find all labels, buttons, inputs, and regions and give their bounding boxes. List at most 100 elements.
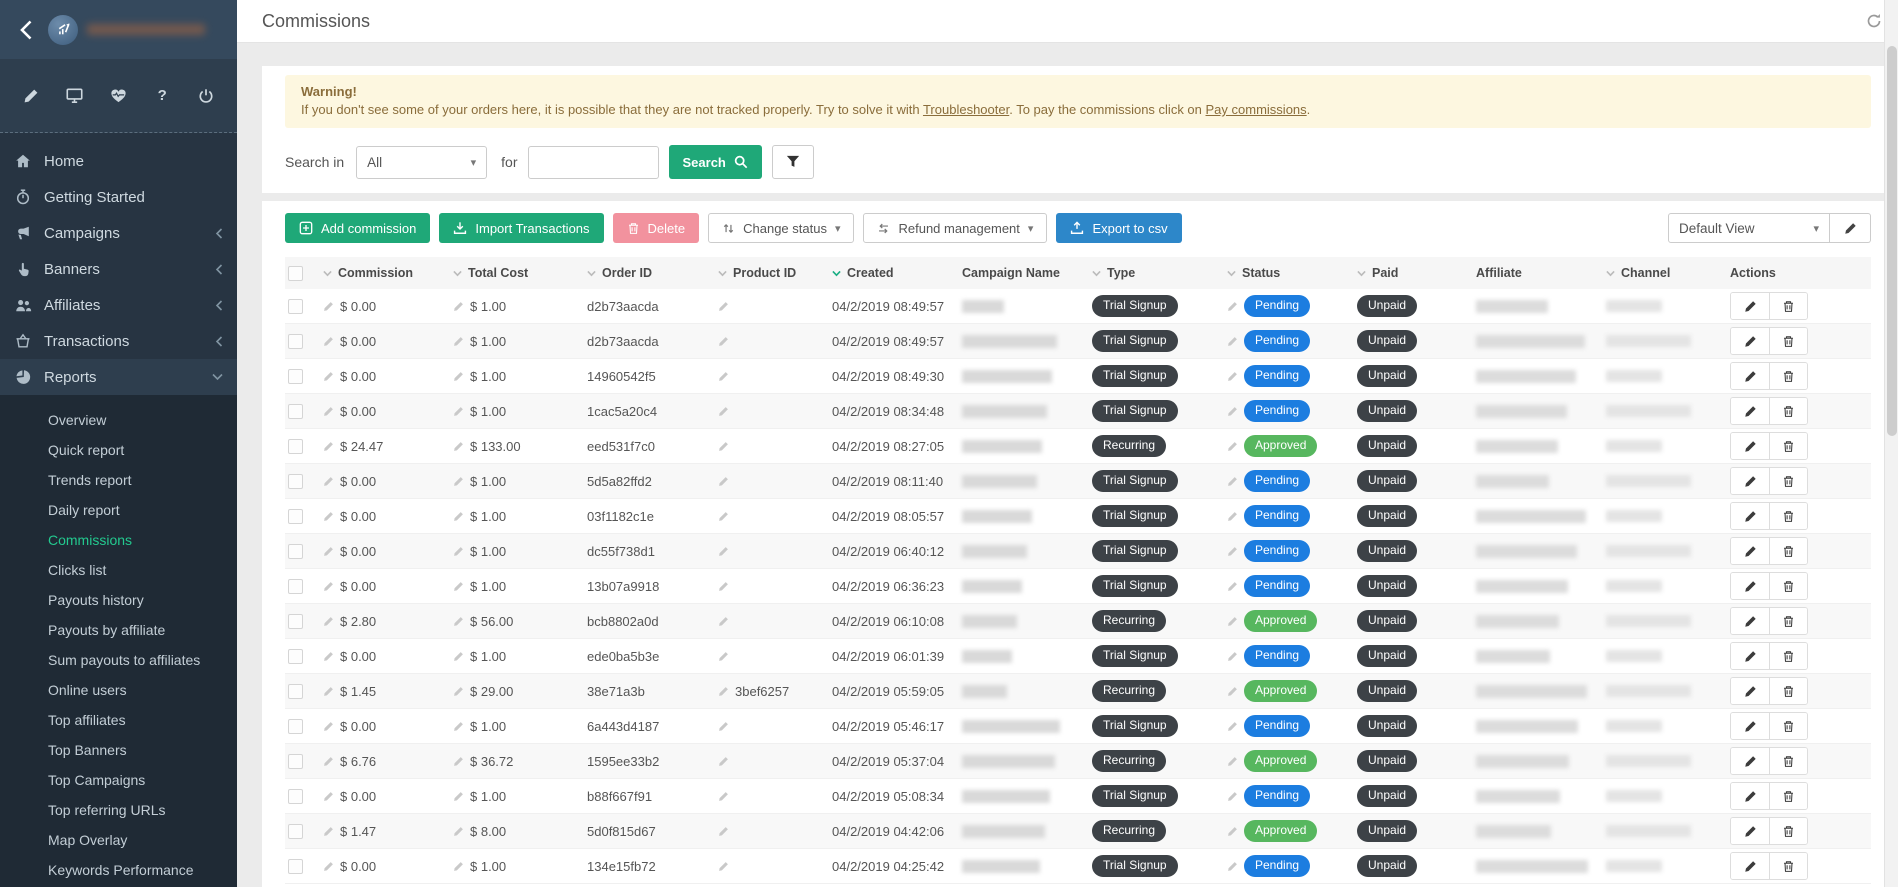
column-header[interactable]: Campaign Name: [962, 266, 1092, 280]
sidebar-report-link[interactable]: Top Banners: [0, 735, 237, 765]
edit-row-button[interactable]: [1731, 678, 1769, 704]
edit-status-icon[interactable]: [1227, 861, 1238, 872]
sidebar-report-link[interactable]: Online users: [0, 675, 237, 705]
export-csv-button[interactable]: Export to csv: [1056, 213, 1181, 243]
row-checkbox[interactable]: [288, 684, 303, 699]
edit-row-button[interactable]: [1731, 468, 1769, 494]
edit-status-icon[interactable]: [1227, 651, 1238, 662]
edit-row-button[interactable]: [1731, 783, 1769, 809]
select-all-checkbox[interactable]: [288, 266, 303, 281]
sidebar-item-getting-started[interactable]: Getting Started: [0, 179, 237, 215]
row-checkbox[interactable]: [288, 299, 303, 314]
sidebar-report-link[interactable]: Payouts history: [0, 585, 237, 615]
edit-row-button[interactable]: [1731, 433, 1769, 459]
edit-product-id-icon[interactable]: [718, 861, 729, 872]
edit-row-button[interactable]: [1731, 643, 1769, 669]
edit-product-id-icon[interactable]: [718, 721, 729, 732]
edit-commission-icon[interactable]: [323, 686, 334, 697]
row-checkbox[interactable]: [288, 754, 303, 769]
filter-button[interactable]: [772, 145, 814, 179]
row-checkbox[interactable]: [288, 579, 303, 594]
delete-row-button[interactable]: [1769, 538, 1807, 564]
edit-total-cost-icon[interactable]: [453, 581, 464, 592]
row-checkbox[interactable]: [288, 719, 303, 734]
edit-product-id-icon[interactable]: [718, 476, 729, 487]
delete-row-button[interactable]: [1769, 643, 1807, 669]
edit-profile-button[interactable]: [20, 85, 42, 107]
sidebar-report-link[interactable]: Map Overlay: [0, 825, 237, 855]
delete-row-button[interactable]: [1769, 783, 1807, 809]
row-checkbox[interactable]: [288, 824, 303, 839]
edit-status-icon[interactable]: [1227, 616, 1238, 627]
column-header[interactable]: Commission: [323, 266, 453, 280]
edit-status-icon[interactable]: [1227, 581, 1238, 592]
sidebar-item-banners[interactable]: Banners: [0, 251, 237, 287]
refund-management-dropdown[interactable]: Refund management ▾: [863, 213, 1047, 243]
desktop-button[interactable]: [64, 85, 86, 107]
row-checkbox[interactable]: [288, 439, 303, 454]
edit-product-id-icon[interactable]: [718, 651, 729, 662]
edit-row-button[interactable]: [1731, 713, 1769, 739]
sidebar-report-link[interactable]: Payouts by affiliate: [0, 615, 237, 645]
edit-total-cost-icon[interactable]: [453, 721, 464, 732]
row-checkbox[interactable]: [288, 474, 303, 489]
delete-row-button[interactable]: [1769, 573, 1807, 599]
edit-product-id-icon[interactable]: [718, 616, 729, 627]
column-header[interactable]: Total Cost: [453, 266, 587, 280]
view-select[interactable]: Default View ▾: [1668, 213, 1830, 243]
delete-row-button[interactable]: [1769, 608, 1807, 634]
edit-status-icon[interactable]: [1227, 511, 1238, 522]
edit-commission-icon[interactable]: [323, 301, 334, 312]
edit-row-button[interactable]: [1731, 398, 1769, 424]
edit-commission-icon[interactable]: [323, 441, 334, 452]
edit-commission-icon[interactable]: [323, 336, 334, 347]
sidebar-report-link[interactable]: Quick report: [0, 435, 237, 465]
edit-total-cost-icon[interactable]: [453, 511, 464, 522]
edit-status-icon[interactable]: [1227, 336, 1238, 347]
column-header[interactable]: Status: [1227, 266, 1357, 280]
edit-product-id-icon[interactable]: [718, 791, 729, 802]
column-header[interactable]: Channel: [1606, 266, 1730, 280]
delete-row-button[interactable]: [1769, 818, 1807, 844]
edit-total-cost-icon[interactable]: [453, 686, 464, 697]
help-button[interactable]: ?: [151, 85, 173, 107]
health-status-button[interactable]: [108, 85, 130, 107]
sidebar-item-reports[interactable]: Reports: [0, 359, 237, 395]
edit-commission-icon[interactable]: [323, 756, 334, 767]
edit-row-button[interactable]: [1731, 748, 1769, 774]
edit-status-icon[interactable]: [1227, 686, 1238, 697]
brand-logo[interactable]: [48, 15, 205, 45]
sidebar-item-campaigns[interactable]: Campaigns: [0, 215, 237, 251]
edit-commission-icon[interactable]: [323, 651, 334, 662]
edit-total-cost-icon[interactable]: [453, 791, 464, 802]
delete-row-button[interactable]: [1769, 328, 1807, 354]
edit-row-button[interactable]: [1731, 293, 1769, 319]
pay-commissions-link[interactable]: Pay commissions: [1206, 102, 1307, 117]
edit-total-cost-icon[interactable]: [453, 336, 464, 347]
edit-commission-icon[interactable]: [323, 826, 334, 837]
sidebar-report-link[interactable]: Top referring URLs: [0, 795, 237, 825]
edit-product-id-icon[interactable]: [718, 371, 729, 382]
delete-row-button[interactable]: [1769, 853, 1807, 879]
sidebar-report-link[interactable]: Overview: [0, 405, 237, 435]
edit-total-cost-icon[interactable]: [453, 301, 464, 312]
edit-product-id-icon[interactable]: [718, 546, 729, 557]
edit-product-id-icon[interactable]: [718, 336, 729, 347]
edit-product-id-icon[interactable]: [718, 756, 729, 767]
delete-button[interactable]: Delete: [613, 213, 700, 243]
edit-total-cost-icon[interactable]: [453, 476, 464, 487]
sidebar-item-transactions[interactable]: Transactions: [0, 323, 237, 359]
edit-product-id-icon[interactable]: [718, 406, 729, 417]
edit-status-icon[interactable]: [1227, 441, 1238, 452]
edit-status-icon[interactable]: [1227, 826, 1238, 837]
sidebar-report-link[interactable]: Sum payouts to affiliates: [0, 645, 237, 675]
column-header[interactable]: Paid: [1357, 266, 1476, 280]
edit-row-button[interactable]: [1731, 503, 1769, 529]
change-status-dropdown[interactable]: Change status ▾: [708, 213, 854, 243]
sidebar-report-link[interactable]: Keywords Performance: [0, 855, 237, 885]
column-header[interactable]: Order ID: [587, 266, 718, 280]
edit-view-button[interactable]: [1830, 213, 1871, 243]
delete-row-button[interactable]: [1769, 433, 1807, 459]
edit-status-icon[interactable]: [1227, 476, 1238, 487]
edit-commission-icon[interactable]: [323, 616, 334, 627]
